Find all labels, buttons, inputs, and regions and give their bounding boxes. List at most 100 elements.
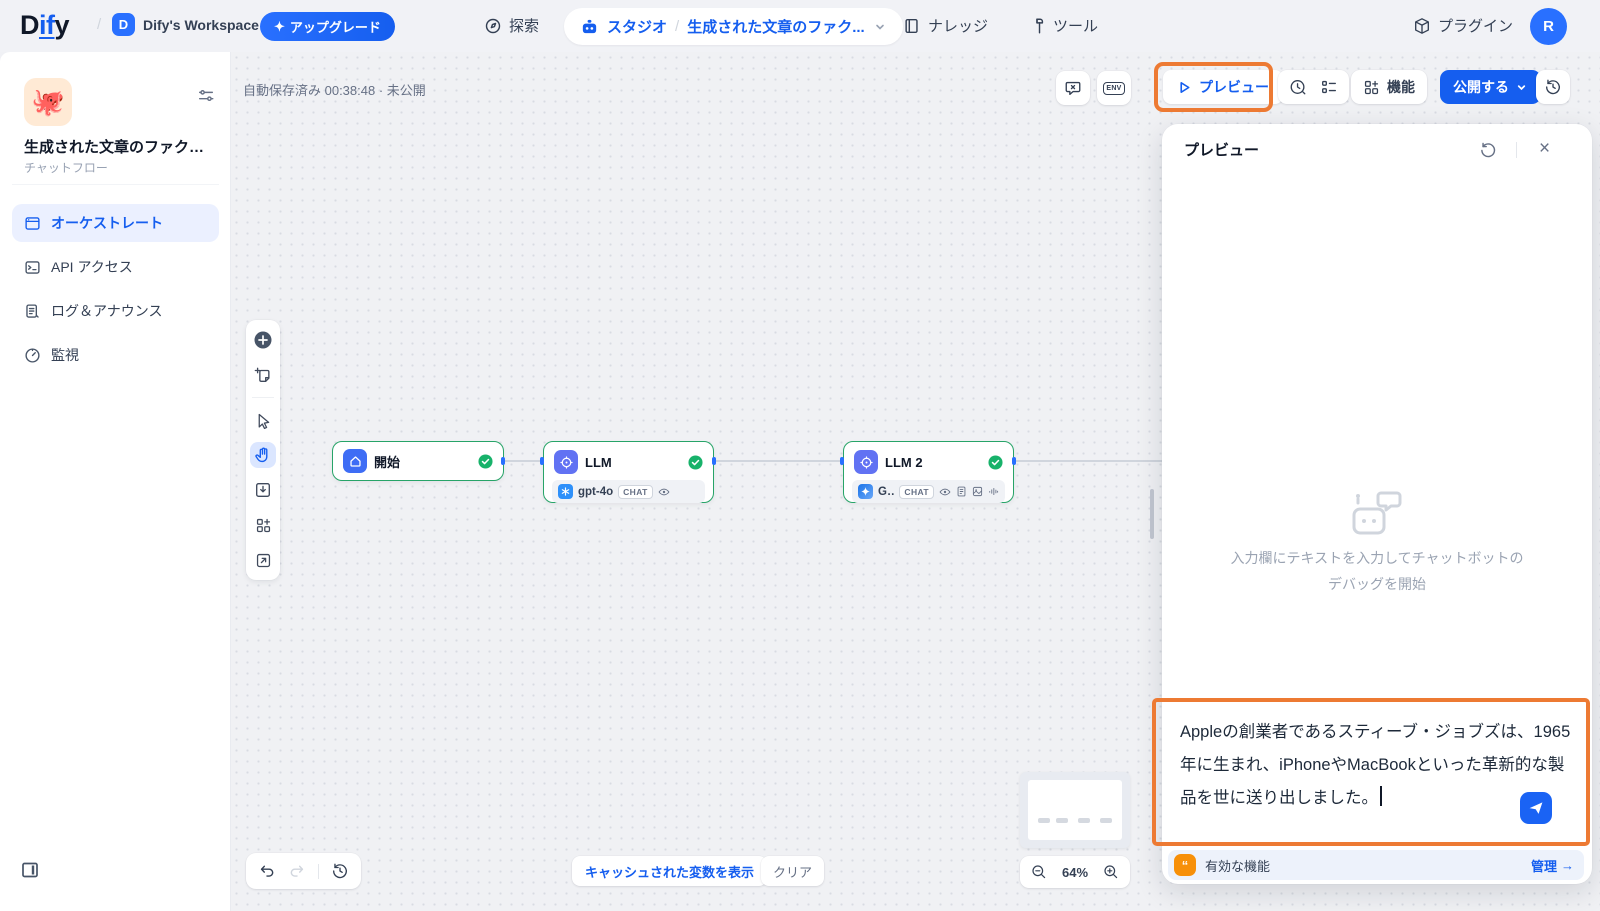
grid-plus-icon — [255, 517, 272, 534]
clear-button[interactable]: クリア — [761, 856, 824, 886]
nav-plugins[interactable]: プラグイン — [1413, 15, 1513, 36]
cursor-icon — [255, 412, 272, 429]
robot-icon — [580, 17, 599, 36]
port-out-llm2[interactable] — [1012, 457, 1016, 465]
run-tools-pill — [1278, 70, 1349, 104]
image-icon — [972, 486, 983, 497]
port-in-llm[interactable] — [540, 457, 544, 465]
port-out-start[interactable] — [501, 457, 505, 465]
run-history-clock-icon[interactable] — [1289, 78, 1307, 96]
publish-button[interactable]: 公開する — [1440, 70, 1541, 104]
dify-workflow-app: Dify / D Dify's Workspace ✦ アップグレード 探索 ス… — [0, 0, 1600, 911]
zoom-in-icon[interactable] — [1103, 864, 1119, 880]
send-message-button[interactable] — [1520, 792, 1552, 824]
paper-plane-icon — [1528, 800, 1544, 816]
user-avatar[interactable]: R — [1530, 8, 1567, 45]
zoom-out-icon[interactable] — [1031, 864, 1047, 880]
port-out-llm[interactable] — [712, 457, 716, 465]
gauge-icon — [24, 347, 41, 364]
plus-circle-icon — [253, 330, 273, 350]
home-icon — [343, 449, 367, 473]
canvas-tool-palette — [246, 320, 280, 580]
node-start[interactable]: 開始 — [332, 441, 504, 481]
collapse-sidebar-button[interactable] — [20, 860, 42, 882]
workspace-avatar: D — [112, 13, 135, 36]
app-sidebar: 🐙 生成された文章のファクトチ... チャットフロー オーケストレート API … — [0, 52, 231, 911]
version-history-button[interactable] — [1536, 70, 1570, 104]
sidebar-divider — [12, 184, 219, 185]
zoom-level[interactable]: 64% — [1062, 865, 1088, 880]
close-panel-button[interactable]: × — [1539, 139, 1550, 158]
chat-variables-button[interactable] — [1056, 71, 1090, 105]
sidebar-item-logs[interactable]: ログ＆アナウンス — [12, 292, 219, 330]
env-icon: ENV — [1103, 82, 1124, 95]
active-features-bar: “ 有効な機能 管理 → — [1168, 850, 1584, 880]
sidebar-item-api-access[interactable]: API アクセス — [12, 248, 219, 286]
fit-view-button[interactable] — [250, 547, 276, 573]
sidebar-item-orchestrate[interactable]: オーケストレート — [12, 204, 219, 242]
minimap-node — [1078, 818, 1090, 823]
pointer-tool-button[interactable] — [250, 407, 276, 433]
palette-divider — [252, 397, 274, 398]
vision-eye-icon — [658, 486, 670, 498]
hand-icon — [254, 446, 272, 464]
app-name: 生成された文章のファクトチ... — [24, 136, 214, 157]
upgrade-button[interactable]: ✦ アップグレード — [260, 12, 395, 41]
canvas-scrollbar-thumb[interactable] — [1150, 489, 1154, 539]
undo-icon[interactable] — [258, 862, 276, 880]
arrow-right-icon: → — [1561, 858, 1574, 873]
hammer-icon — [1028, 17, 1046, 35]
env-variables-button[interactable]: ENV — [1097, 71, 1131, 105]
manage-features-link[interactable]: 管理 → — [1531, 856, 1574, 875]
redo-icon[interactable] — [288, 862, 306, 880]
features-button[interactable]: 機能 — [1351, 70, 1427, 104]
chat-mode-badge: CHAT — [618, 485, 653, 499]
chat-mode-badge: CHAT — [899, 485, 934, 499]
tidy-layout-button[interactable] — [250, 512, 276, 538]
app-settings-button[interactable] — [194, 84, 218, 108]
minimap-node — [1038, 818, 1050, 823]
chatbot-empty-icon — [1348, 489, 1406, 541]
sidebar-item-monitoring[interactable]: 監視 — [12, 336, 219, 374]
pill-divider — [318, 864, 319, 879]
add-node-button[interactable] — [250, 327, 276, 353]
nav-knowledge[interactable]: ナレッジ — [903, 15, 988, 36]
import-dsl-button[interactable] — [250, 477, 276, 503]
model-name: gpt-4o — [578, 486, 613, 498]
workspace-selector[interactable]: D Dify's Workspace — [112, 13, 281, 36]
success-check-icon — [988, 455, 1003, 470]
nav-tools[interactable]: ツール — [1028, 15, 1098, 36]
success-check-icon — [478, 454, 493, 469]
dify-logo[interactable]: Dify — [20, 10, 69, 41]
autosave-status: 自動保存済み 00:38:48 · 未公開 — [243, 80, 426, 99]
port-in-llm2[interactable] — [840, 457, 844, 465]
gemini-icon — [858, 484, 873, 499]
show-cached-vars-button[interactable]: キャッシュされた変数を表示 — [572, 856, 767, 886]
add-note-button[interactable] — [250, 362, 276, 388]
breadcrumb-separator: / — [675, 18, 679, 35]
edge-llm2-out — [1014, 460, 1162, 462]
sparkle-icon: ✦ — [274, 19, 285, 35]
node-llm2[interactable]: LLM 2 Gemini ... CHAT — [843, 441, 1014, 503]
breadcrumb-separator: / — [97, 16, 101, 33]
restart-conversation-button[interactable] — [1479, 141, 1497, 159]
edge-start-llm — [503, 460, 544, 462]
node-llm[interactable]: LLM gpt-4o CHAT — [543, 441, 714, 503]
text-cursor — [1380, 786, 1382, 806]
model-config-row: gpt-4o CHAT — [552, 480, 705, 503]
chat-input-text[interactable]: Appleの創業者であるスティーブ・ジョブズは、1965年に生まれ、iPhone… — [1180, 716, 1574, 815]
import-box-icon — [254, 481, 272, 499]
nav-studio[interactable]: スタジオ — [607, 16, 667, 37]
preview-button[interactable]: プレビュー — [1163, 70, 1283, 104]
document-icon — [956, 486, 967, 497]
current-app-crumb[interactable]: 生成された文章のファク... — [687, 16, 865, 37]
hand-tool-button[interactable] — [250, 442, 276, 468]
change-history-icon[interactable] — [331, 862, 349, 880]
node-title: 開始 — [374, 452, 471, 471]
chevron-down-icon[interactable] — [873, 20, 887, 34]
nav-explore[interactable]: 探索 — [484, 15, 539, 36]
checklist-icon[interactable] — [1320, 78, 1338, 96]
zoom-control: 64% — [1020, 856, 1130, 888]
panel-toggle-icon — [20, 860, 40, 880]
llm-icon — [554, 450, 578, 474]
